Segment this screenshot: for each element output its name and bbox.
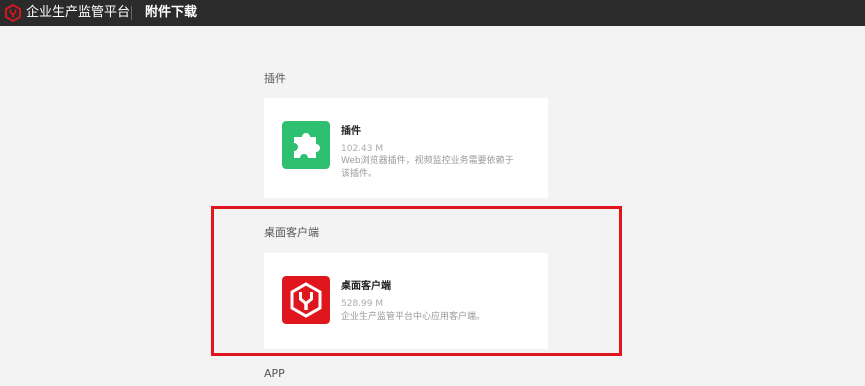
item-size: 528.99 M bbox=[341, 299, 384, 309]
download-card-plugin[interactable]: 插件 102.43 M Web浏览器插件，视频监控业务需要依赖于该插件。 bbox=[264, 98, 548, 198]
download-card-desktop-client[interactable]: 桌面客户端 528.99 M 企业生产监管平台中心应用客户端。 bbox=[264, 253, 548, 349]
top-navigation-bar: 企业生产监管平台 附件下载 bbox=[0, 0, 865, 26]
puzzle-piece-icon bbox=[282, 121, 330, 169]
section-title-desktop-client: 桌面客户端 bbox=[264, 226, 319, 239]
app-title[interactable]: 企业生产监管平台 bbox=[26, 4, 130, 22]
item-name[interactable]: 插件 bbox=[341, 122, 361, 137]
header-divider bbox=[131, 6, 132, 20]
section-title-plugin: 插件 bbox=[264, 72, 286, 85]
item-name[interactable]: 桌面客户端 bbox=[341, 277, 391, 292]
shield-wrench-icon bbox=[282, 276, 330, 324]
item-size: 102.43 M bbox=[341, 144, 384, 154]
page-title: 附件下载 bbox=[145, 5, 198, 20]
section-title-app: APP bbox=[264, 367, 285, 380]
shield-wrench-logo-icon bbox=[5, 4, 21, 22]
item-description: Web浏览器插件，视频监控业务需要依赖于该插件。 bbox=[341, 156, 514, 179]
item-description: 企业生产监管平台中心应用客户端。 bbox=[341, 312, 486, 322]
